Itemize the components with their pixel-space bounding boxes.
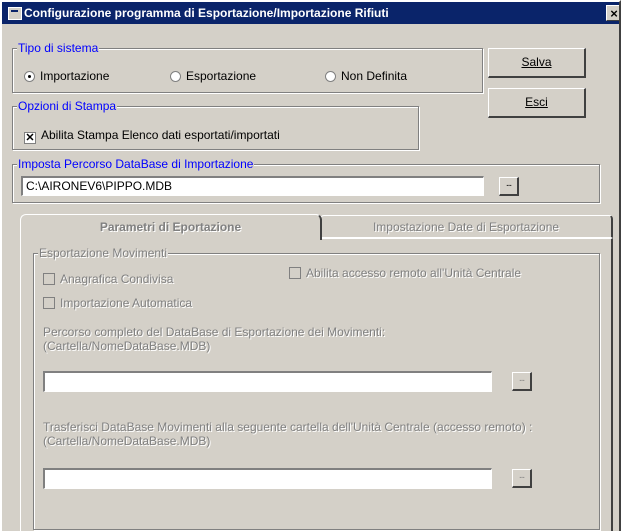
accesso-remoto-label: Abilita accesso remoto all'Unità Central…	[306, 266, 522, 280]
tab-impostazione-date-label: Impostazione Date di Esportazione	[372, 220, 560, 234]
trasferisci-browse-button[interactable]: ...	[512, 469, 532, 488]
radio-esportazione-indicator[interactable]	[170, 71, 181, 82]
stampa-elenco-label: Abilita Stampa Elenco dati esportati/imp…	[41, 128, 280, 142]
radio-importazione-label: Importazione	[40, 69, 110, 83]
tab-impostazione-date[interactable]: Impostazione Date di Esportazione	[320, 215, 613, 238]
percorso-esportazione-input[interactable]	[43, 371, 492, 392]
radio-importazione[interactable]: Importazione	[24, 69, 109, 83]
accesso-remoto-check-box[interactable]	[289, 267, 301, 279]
stampa-elenco-check-icon[interactable]: ✕	[24, 132, 36, 144]
anagrafica-condivisa-label: Anagrafica Condivisa	[60, 272, 174, 286]
esci-button-label: Esci	[525, 95, 548, 109]
accesso-remoto-checkbox[interactable]: Abilita accesso remoto all'Unità Central…	[289, 266, 521, 280]
radio-esportazione[interactable]: Esportazione	[170, 69, 256, 83]
importazione-automatica-label: Importazione Automatica	[60, 296, 193, 310]
title-bar[interactable]: Configurazione programma di Esportazione…	[2, 2, 619, 24]
percorso-esportazione-browse-button[interactable]: ...	[512, 372, 532, 391]
anagrafica-condivisa-check-box[interactable]	[43, 273, 55, 285]
trasferisci-input[interactable]	[43, 468, 492, 489]
importazione-automatica-checkbox[interactable]: Importazione Automatica	[43, 296, 192, 310]
percorso-importazione-input[interactable]: C:\AIRONEV6\PIPPO.MDB	[21, 176, 484, 196]
config-window: Configurazione programma di Esportazione…	[0, 0, 621, 531]
trasferisci-format-label: (Cartella/NomeDataBase.MDB)	[43, 434, 211, 448]
radio-esportazione-label: Esportazione	[186, 69, 257, 83]
radio-non-definita-indicator[interactable]	[325, 71, 336, 82]
app-icon	[8, 7, 22, 20]
tipo-sistema-legend: Tipo di sistema	[17, 41, 100, 55]
percorso-importazione-browse-button[interactable]: ...	[499, 177, 519, 196]
tab-parametri-eportazione-label: Parametri di Eportazione	[99, 220, 242, 234]
radio-importazione-indicator[interactable]	[24, 71, 35, 82]
salva-button[interactable]: Salva	[488, 48, 586, 78]
radio-non-definita-label: Non Definita	[341, 69, 408, 83]
percorso-esportazione-label: Percorso completo del DataBase di Esport…	[43, 325, 386, 339]
stampa-elenco-checkbox[interactable]: ✕ Abilita Stampa Elenco dati esportati/im…	[24, 128, 280, 144]
anagrafica-condivisa-checkbox[interactable]: Anagrafica Condivisa	[43, 272, 173, 286]
window-title: Configurazione programma di Esportazione…	[24, 6, 389, 20]
percorso-esportazione-format-label: (Cartella/NomeDataBase.MDB)	[43, 339, 211, 353]
esportazione-movimenti-legend: Esportazione Movimenti	[38, 246, 169, 260]
close-icon[interactable]: ×	[606, 5, 619, 21]
tab-parametri-eportazione[interactable]: Parametri di Eportazione	[20, 214, 322, 240]
percorso-importazione-legend: Imposta Percorso DataBase di Importazion…	[17, 157, 255, 171]
radio-non-definita[interactable]: Non Definita	[325, 69, 407, 83]
salva-button-label: Salva	[521, 55, 552, 69]
esci-button[interactable]: Esci	[488, 88, 586, 118]
importazione-automatica-check-box[interactable]	[43, 297, 55, 309]
trasferisci-label: Trasferisci DataBase Movimenti alla segu…	[43, 420, 533, 434]
opzioni-stampa-legend: Opzioni di Stampa	[17, 99, 118, 113]
